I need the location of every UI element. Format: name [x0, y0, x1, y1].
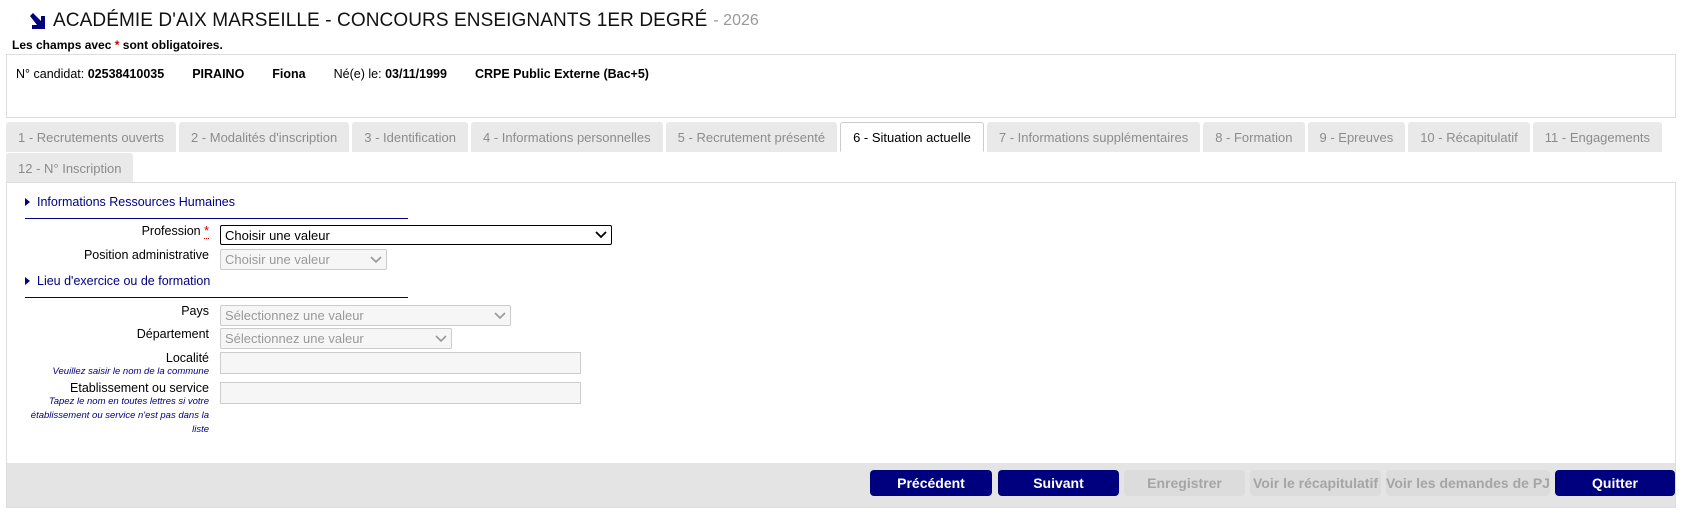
candidate-number-value: 02538410035	[87, 67, 165, 81]
tab-modalites-inscription[interactable]: 2 - Modalités d'inscription	[178, 122, 350, 152]
tab-identification[interactable]: 3 - Identification	[352, 122, 469, 152]
tab-recrutement-presente[interactable]: 5 - Recrutement présenté	[665, 122, 838, 152]
previous-button[interactable]: Précédent	[870, 470, 992, 496]
required-star: *	[204, 224, 209, 239]
mandatory-note-prefix: Les champs avec	[12, 38, 112, 52]
profession-select[interactable]: Choisir une valeur	[220, 225, 612, 245]
localite-hint: Veuillez saisir le nom de la commune	[52, 366, 209, 377]
pays-select-value: Sélectionnez une valeur	[225, 308, 364, 323]
view-attachment-requests-button[interactable]: Voir les demandes de PJ	[1386, 470, 1550, 496]
localite-label: Localité	[165, 351, 209, 365]
section-lieu-title: Lieu d'exercice ou de formation	[37, 274, 211, 288]
mandatory-note-suffix: sont obligatoires.	[122, 38, 223, 52]
tab-engagements[interactable]: 11 - Engagements	[1532, 122, 1663, 152]
etablissement-hint-line: établissement ou service n'est pas dans …	[30, 410, 209, 421]
section-rh-header[interactable]: Informations Ressources Humaines	[25, 195, 235, 209]
section-divider	[25, 297, 408, 298]
candidate-first-name: Fiona	[272, 67, 306, 81]
candidate-birth: Né(e) le: 03/11/1999	[334, 67, 447, 81]
tab-situation-actuelle[interactable]: 6 - Situation actuelle	[840, 122, 984, 152]
tab-bar-row1: 1 - Recrutements ouverts 2 - Modalités d…	[6, 122, 1676, 152]
candidate-last-name: PIRAINO	[192, 67, 245, 81]
pays-select[interactable]: Sélectionnez une valeur	[220, 305, 511, 326]
tab-formation[interactable]: 8 - Formation	[1203, 122, 1305, 152]
candidate-panel: N° candidat: 02538410035 PIRAINO Fiona N…	[6, 54, 1676, 118]
tab-informations-personnelles[interactable]: 4 - Informations personnelles	[471, 122, 663, 152]
etablissement-input[interactable]	[220, 382, 581, 404]
save-button[interactable]: Enregistrer	[1124, 470, 1245, 496]
profession-label: Profession *	[141, 224, 209, 239]
position-label: Position administrative	[83, 248, 209, 262]
tab-epreuves[interactable]: 9 - Epreuves	[1307, 122, 1406, 152]
tab-bar-row2: 12 - N° Inscription	[6, 153, 1676, 183]
etablissement-hint-line: Tapez le nom en toutes lettres si votre	[48, 396, 209, 407]
departement-select[interactable]: Sélectionnez une valeur	[220, 328, 452, 349]
candidate-number-label: N° candidat:	[16, 67, 85, 81]
departement-select-value: Sélectionnez une valeur	[225, 331, 364, 346]
mandatory-note: Les champs avec * sont obligatoires.	[12, 38, 223, 52]
chevron-down-icon	[595, 231, 607, 239]
header: ACADÉMIE D'AIX MARSEILLE - CONCOURS ENSE…	[28, 8, 759, 34]
arrow-down-right-icon	[30, 13, 45, 29]
next-button[interactable]: Suivant	[998, 470, 1119, 496]
etablissement-label: Etablissement ou service	[70, 381, 209, 395]
candidate-competition: CRPE Public Externe (Bac+5)	[474, 67, 649, 81]
section-divider	[25, 218, 408, 219]
candidate-birth-label: Né(e) le:	[333, 67, 382, 81]
required-star: *	[114, 38, 120, 52]
action-bar: Précédent Suivant Enregistrer Voir le ré…	[7, 463, 1675, 507]
section-rh-title: Informations Ressources Humaines	[37, 195, 235, 209]
view-summary-button[interactable]: Voir le récapitulatif	[1250, 470, 1381, 496]
departement-label: Département	[136, 327, 209, 341]
page: ACADÉMIE D'AIX MARSEILLE - CONCOURS ENSE…	[0, 0, 1683, 518]
position-select[interactable]: Choisir une valeur	[220, 249, 387, 270]
triangle-right-icon	[25, 277, 30, 285]
tab-recapitulatif[interactable]: 10 - Récapitulatif	[1408, 122, 1530, 152]
form-panel: Informations Ressources Humaines Profess…	[6, 182, 1676, 508]
localite-input[interactable]	[220, 352, 581, 374]
etablissement-hint: Tapez le nom en toutes lettres si votre …	[9, 395, 209, 437]
candidate-number: N° candidat: 02538410035	[16, 67, 164, 81]
tab-numero-inscription[interactable]: 12 - N° Inscription	[6, 153, 134, 183]
tab-recrutements-ouverts[interactable]: 1 - Recrutements ouverts	[6, 122, 176, 152]
profession-select-value: Choisir une valeur	[225, 227, 330, 243]
position-select-value: Choisir une valeur	[225, 252, 330, 267]
candidate-birth-date: 03/11/1999	[385, 67, 447, 81]
tab-informations-supplementaires[interactable]: 7 - Informations supplémentaires	[986, 122, 1201, 152]
triangle-right-icon	[25, 198, 30, 206]
candidate-info: N° candidat: 02538410035 PIRAINO Fiona N…	[16, 67, 677, 81]
chevron-down-icon	[370, 255, 382, 263]
chevron-down-icon	[494, 311, 506, 319]
pays-label: Pays	[181, 304, 209, 318]
section-lieu-header[interactable]: Lieu d'exercice ou de formation	[25, 274, 210, 288]
etablissement-hint-line: liste	[192, 424, 209, 435]
app-title: ACADÉMIE D'AIX MARSEILLE - CONCOURS ENSE…	[53, 10, 708, 31]
profession-label-text: Profession	[141, 224, 201, 238]
chevron-down-icon	[435, 334, 447, 342]
app-year: - 2026	[713, 12, 759, 29]
quit-button[interactable]: Quitter	[1555, 470, 1675, 496]
